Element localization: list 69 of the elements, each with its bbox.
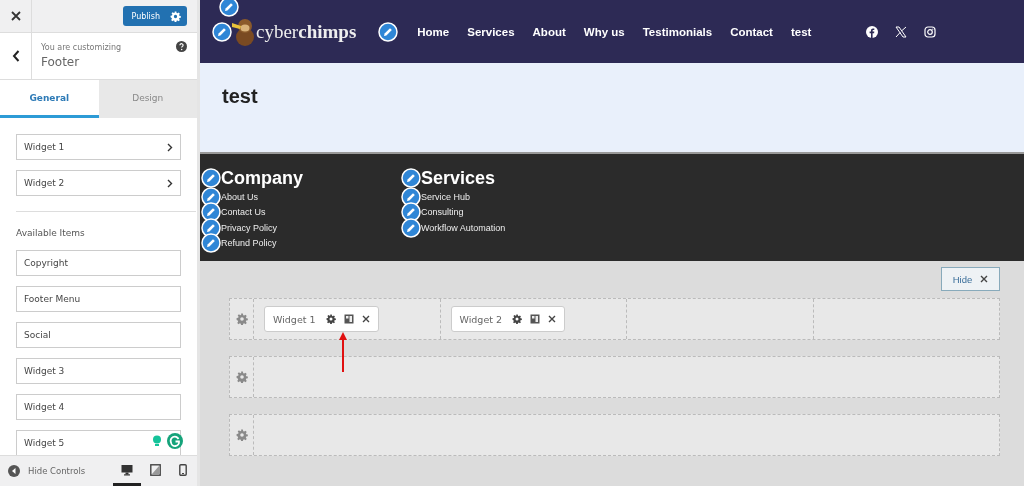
back-icon xyxy=(11,50,20,62)
instagram-icon[interactable] xyxy=(924,25,937,38)
footer-heading: Services xyxy=(421,167,496,189)
footer-link[interactable]: Refund Policy xyxy=(221,238,277,249)
edit-icon[interactable] xyxy=(401,202,421,223)
nav-link[interactable]: Services xyxy=(458,25,524,38)
help-icon[interactable] xyxy=(176,41,187,52)
widget-item[interactable]: Widget 2 xyxy=(16,170,181,196)
footer-link[interactable]: About Us xyxy=(221,191,259,202)
edit-icon[interactable] xyxy=(378,21,399,42)
footer-link[interactable]: Consulting xyxy=(421,207,464,218)
nav-link[interactable]: About xyxy=(523,25,575,38)
edit-icon[interactable] xyxy=(401,168,421,188)
nav-link[interactable]: Contact xyxy=(721,25,782,38)
close-icon xyxy=(980,275,989,283)
widget-item[interactable]: Widget 1 xyxy=(16,134,181,160)
edit-icon[interactable] xyxy=(212,21,232,42)
site-logo[interactable]: cyberchimps xyxy=(256,20,357,43)
chevron-icon xyxy=(167,178,173,188)
footer-heading: Company xyxy=(221,167,303,189)
footer-link[interactable]: Workflow Automation xyxy=(421,222,506,233)
nav-link[interactable]: Why us xyxy=(574,25,634,38)
context-label: You are customizing xyxy=(41,43,123,52)
available-item[interactable]: Copyright xyxy=(16,250,181,276)
nav-link[interactable]: Home xyxy=(408,25,459,38)
widget-label: Widget 2 xyxy=(459,313,503,325)
edit-icon[interactable] xyxy=(219,0,239,17)
available-item[interactable]: Widget 5 xyxy=(16,430,181,455)
footer-link[interactable]: Contact Us xyxy=(221,207,266,218)
close-icon[interactable] xyxy=(548,315,557,323)
edit-icon[interactable] xyxy=(401,186,421,207)
settings-icon[interactable] xyxy=(170,10,181,22)
section-heading: Available Items xyxy=(16,228,86,238)
grammar-icon[interactable] xyxy=(167,433,183,449)
tablet-icon xyxy=(149,463,161,476)
edit-icon[interactable] xyxy=(201,202,221,223)
facebook-icon[interactable] xyxy=(866,25,879,38)
widget-chip[interactable]: Widget 2 xyxy=(450,306,566,332)
settings-icon[interactable] xyxy=(512,314,523,324)
annotation-arrow xyxy=(339,332,347,372)
chevron-icon xyxy=(167,142,173,152)
close-icon[interactable] xyxy=(361,315,370,323)
nav-link[interactable]: test xyxy=(781,25,821,38)
mobile-icon xyxy=(179,463,187,476)
edit-icon[interactable] xyxy=(201,186,221,207)
available-item[interactable]: Widget 3 xyxy=(16,358,181,384)
desktop-icon xyxy=(121,463,133,476)
layout-icon[interactable] xyxy=(343,314,354,324)
settings-icon[interactable] xyxy=(325,314,336,324)
edit-icon[interactable] xyxy=(401,217,421,238)
x-logo-icon[interactable] xyxy=(895,25,908,38)
widget-label: Widget 1 xyxy=(273,313,316,325)
footer-link[interactable]: Service Hub xyxy=(421,191,471,202)
section-title: Footer xyxy=(41,55,81,69)
collapse-icon xyxy=(8,465,20,477)
hide-button[interactable]: Hide xyxy=(941,267,1000,291)
available-item[interactable]: Widget 4 xyxy=(16,394,181,420)
page-title: test xyxy=(222,85,258,108)
footer-link[interactable]: Privacy Policy xyxy=(221,222,277,233)
available-item[interactable]: Footer Menu xyxy=(16,286,181,312)
edit-icon[interactable] xyxy=(201,233,221,254)
close-icon xyxy=(10,11,21,21)
publish-button[interactable]: Publish xyxy=(123,6,187,26)
hide-controls-button[interactable]: Hide Controls xyxy=(8,465,86,477)
widget-chip[interactable]: Widget 1 xyxy=(264,306,379,332)
nav-link[interactable]: Testimonials xyxy=(633,25,722,38)
edit-icon[interactable] xyxy=(201,168,221,188)
layout-icon[interactable] xyxy=(530,314,541,324)
available-item[interactable]: Social xyxy=(16,322,181,348)
